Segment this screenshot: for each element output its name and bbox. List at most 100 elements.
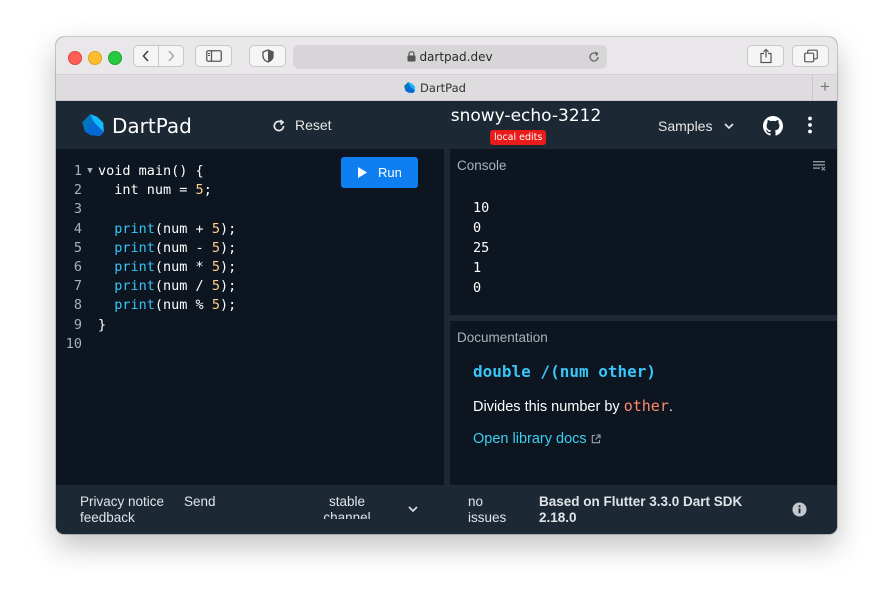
code-token: ); [219,297,237,314]
code-token: print [114,297,155,314]
privacy-notice-link[interactable]: Privacy notice [80,494,164,509]
version-info: Based on Flutter 3.3.0 Dart SDK 2.18.0 [539,494,742,526]
code-token: 5 [211,220,220,237]
code-token: (num + [154,220,212,237]
doc-desc-suffix: . [668,399,673,415]
more-menu-icon[interactable] [808,116,812,134]
tab-dartpad[interactable]: DartPad [56,81,813,95]
tab-overview-button[interactable] [792,45,829,67]
code-token: print [114,278,155,295]
chevron-down-icon[interactable] [408,506,418,512]
fullscreen-window-button[interactable] [108,51,122,65]
minimize-window-button[interactable] [88,51,102,65]
code-token: int num = [98,182,196,199]
code-token: ); [219,258,237,275]
code-token: ); [219,220,237,237]
local-edits-badge: local edits [490,130,547,145]
refresh-icon [273,119,285,132]
line-number: 10 [65,335,82,352]
line-number: 7 [73,278,82,295]
chevron-right-icon [168,50,175,62]
send-feedback-link[interactable]: Send [184,494,216,509]
send-feedback-link-line2[interactable]: feedback [80,510,135,525]
code-token: 5 [195,182,204,199]
new-tab-button[interactable]: + [812,75,837,100]
code-line[interactable]: 9} [56,316,236,335]
browser-toolbar: dartpad.dev [56,37,837,75]
code-line[interactable]: 3 [56,200,236,219]
console-panel: Console 10 0 25 1 0 [450,149,837,315]
console-line: 0 [473,220,482,236]
code-line[interactable]: 6 print(num * 5); [56,258,236,277]
line-number: 6 [73,258,82,275]
clear-console-icon[interactable] [813,160,826,171]
privacy-report-button[interactable] [249,45,286,67]
code-token: (num % [154,297,212,314]
run-button[interactable]: Run [341,157,418,188]
code-line[interactable]: 4 print(num + 5); [56,220,236,239]
info-icon[interactable] [792,502,807,517]
samples-dropdown[interactable]: Samples [658,118,734,134]
code-token: print [114,258,155,275]
channel-label-line1: stable [328,494,366,509]
channel-label-line2: channel [323,510,371,519]
line-number: 9 [73,316,82,333]
fold-arrow-icon[interactable]: ▼ [82,162,98,181]
line-number: 8 [73,297,82,314]
code-line[interactable]: 2 int num = 5; [56,181,236,200]
tabs-icon [803,49,818,63]
code-token: ); [219,278,237,295]
dart-logo-icon [404,82,415,93]
chevron-left-icon [142,50,149,62]
console-output: 10 0 25 1 0 [473,198,489,298]
open-library-docs-link[interactable]: Open library docs [473,431,601,447]
documentation-panel: Documentation double /(num other) Divide… [450,321,837,485]
code-line[interactable]: 5 print(num - 5); [56,239,236,258]
address-bar[interactable]: dartpad.dev [293,45,607,69]
code-line[interactable]: 8 print(num % 5); [56,296,236,315]
share-icon [759,48,772,64]
lock-icon [407,51,416,62]
close-window-button[interactable] [68,51,82,65]
github-icon[interactable] [763,116,783,136]
code-token: 5 [211,278,220,295]
doc-signature: double /(num other) [473,362,657,381]
reset-label: Reset [295,117,332,133]
line-number: 4 [73,220,82,237]
dart-logo-icon [82,114,104,136]
code-token: 5 [211,258,220,275]
code-token: ; [203,182,212,199]
shield-icon [261,49,274,63]
console-line: 10 [473,200,490,216]
doc-description: Divides this number by other. [473,397,673,415]
url-text: dartpad.dev [419,50,493,64]
code-line[interactable]: 10 [56,335,236,354]
code-lines[interactable]: 1 ▼ void main() {2 int num = 5; 3 4 print(nu… [56,162,236,354]
issues-status[interactable]: no issues [468,494,506,526]
forward-button[interactable] [158,45,184,67]
code-token: 5 [211,297,220,314]
run-label: Run [378,165,402,180]
code-token: void main() { [98,163,204,179]
sidebar-toggle-button[interactable] [195,45,232,67]
code-token: print [114,220,155,237]
version-line1: Based on Flutter 3.3.0 Dart SDK [539,494,743,509]
reload-icon[interactable] [588,51,600,63]
code-line[interactable]: 1 ▼ void main() { [56,162,236,181]
chevron-down-icon [724,123,734,130]
external-link-icon [591,434,601,444]
doc-link-label: Open library docs [473,431,587,447]
channel-selector[interactable]: stable channel [322,494,372,519]
app-name[interactable]: DartPad [112,114,192,138]
console-line: 1 [473,260,482,276]
back-button[interactable] [133,45,159,67]
sidebar-icon [205,50,222,62]
code-line[interactable]: 7 print(num / 5); [56,277,236,296]
code-editor[interactable]: 1 ▼ void main() {2 int num = 5; 3 4 print(nu… [56,149,444,485]
share-button[interactable] [747,45,784,67]
doc-desc-code: other [623,397,669,415]
